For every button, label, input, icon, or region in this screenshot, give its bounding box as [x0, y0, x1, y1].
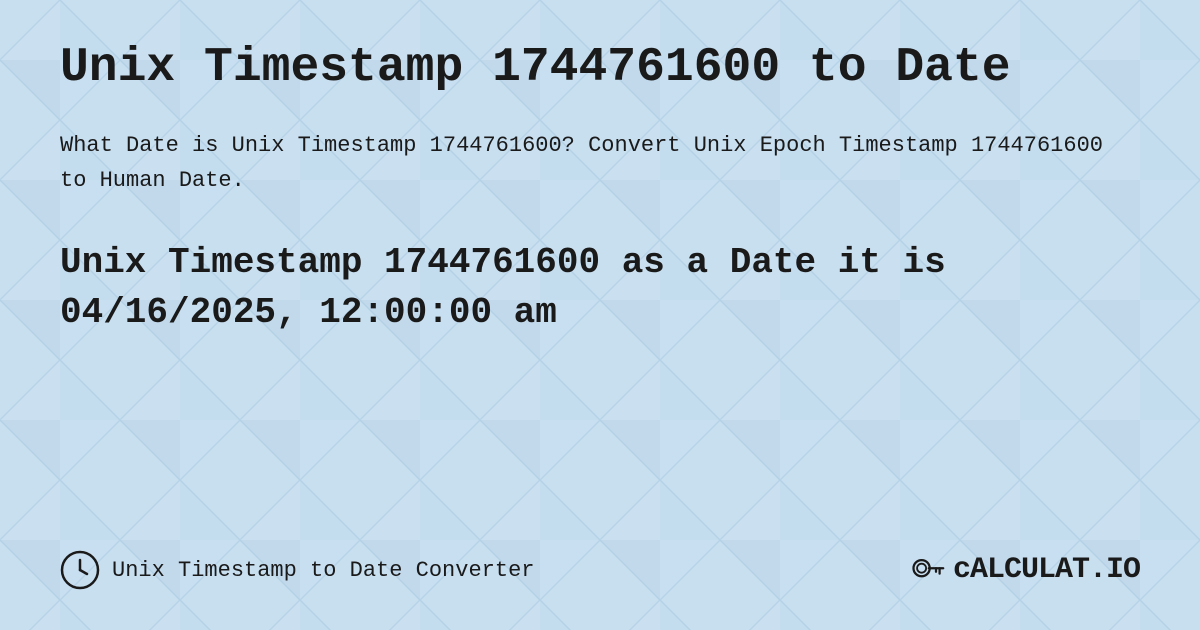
logo-text: cALCULAT.IO	[953, 553, 1140, 587]
clock-icon	[60, 550, 100, 590]
result-text: Unix Timestamp 1744761600 as a Date it i…	[60, 238, 1140, 339]
calculat-io-logo: cALCULAT.IO	[909, 552, 1140, 588]
page-title: Unix Timestamp 1744761600 to Date	[60, 40, 1140, 98]
result-section: Unix Timestamp 1744761600 as a Date it i…	[60, 238, 1140, 339]
footer: Unix Timestamp to Date Converter cALCULA…	[60, 530, 1140, 590]
logo-icon	[909, 552, 945, 588]
footer-left: Unix Timestamp to Date Converter	[60, 550, 534, 590]
page-description: What Date is Unix Timestamp 1744761600? …	[60, 128, 1140, 198]
footer-label: Unix Timestamp to Date Converter	[112, 558, 534, 583]
